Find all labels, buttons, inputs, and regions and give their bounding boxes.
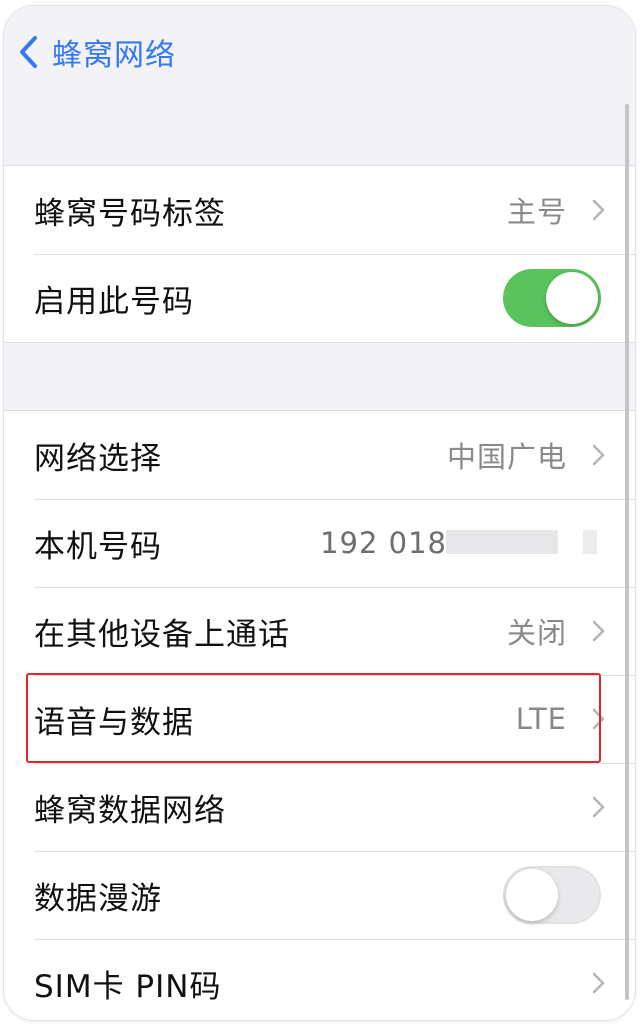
chevron-right-icon xyxy=(592,199,605,221)
row-number-label[interactable]: 蜂窝号码标签 主号 xyxy=(4,166,635,254)
my-number-value: 192 018 xyxy=(320,526,447,560)
number-label-title: 蜂窝号码标签 xyxy=(34,195,226,232)
chevron-right-icon xyxy=(592,708,605,730)
voice-data-value: LTE xyxy=(515,702,567,736)
settings-screen: 蜂窝网络 蜂窝号码标签 主号 启用此号码 网络选择 中国广电 本机号码 192 … xyxy=(4,6,635,1020)
row-enable-number: 启用此号码 xyxy=(4,254,635,342)
redacted-number-blur xyxy=(446,530,558,554)
data-roaming-toggle[interactable] xyxy=(503,866,601,924)
chevron-right-icon xyxy=(592,620,605,642)
toggle-knob xyxy=(546,272,598,324)
calls-other-devices-value: 关闭 xyxy=(506,616,567,650)
number-label-value: 主号 xyxy=(506,195,567,229)
chevron-right-icon xyxy=(592,444,605,466)
sim-pin-title: SIM卡 PIN码 xyxy=(34,968,222,1005)
network-selection-title: 网络选择 xyxy=(34,440,162,477)
toggle-knob xyxy=(506,869,558,921)
my-number-title: 本机号码 xyxy=(34,528,162,565)
chevron-left-icon xyxy=(20,36,37,68)
calls-other-devices-title: 在其他设备上通话 xyxy=(34,616,290,653)
cellular-data-network-title: 蜂窝数据网络 xyxy=(34,792,226,829)
row-calls-other-devices[interactable]: 在其他设备上通话 关闭 xyxy=(4,587,635,675)
redacted-mark xyxy=(583,530,597,554)
row-sim-pin[interactable]: SIM卡 PIN码 xyxy=(4,939,635,1020)
enable-number-title: 启用此号码 xyxy=(34,283,194,320)
row-voice-data[interactable]: 语音与数据 LTE xyxy=(4,675,635,763)
row-data-roaming: 数据漫游 xyxy=(4,851,635,939)
chevron-right-icon xyxy=(592,972,605,994)
network-selection-value: 中国广电 xyxy=(446,440,567,474)
back-label: 蜂窝网络 xyxy=(52,38,176,73)
row-cellular-data-network[interactable]: 蜂窝数据网络 xyxy=(4,763,635,851)
network-settings-group: 网络选择 中国广电 本机号码 192 018 在其他设备上通话 关闭 语音与数据… xyxy=(4,410,635,1020)
enable-number-toggle[interactable] xyxy=(503,269,601,327)
number-settings-group: 蜂窝号码标签 主号 启用此号码 xyxy=(4,165,635,343)
navigation-bar: 蜂窝网络 xyxy=(4,6,635,102)
chevron-right-icon xyxy=(592,796,605,818)
voice-data-title: 语音与数据 xyxy=(34,704,194,741)
row-my-number[interactable]: 本机号码 192 018 xyxy=(4,499,635,587)
data-roaming-title: 数据漫游 xyxy=(34,880,162,917)
back-button[interactable]: 蜂窝网络 xyxy=(18,26,176,78)
scrollbar[interactable] xyxy=(625,104,629,1000)
row-network-selection[interactable]: 网络选择 中国广电 xyxy=(4,411,635,499)
